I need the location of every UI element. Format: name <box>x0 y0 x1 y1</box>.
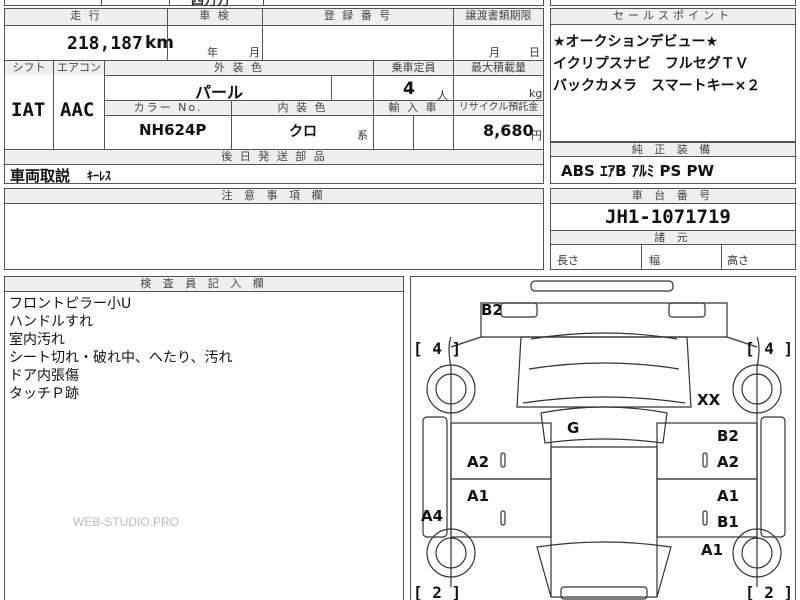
header-color-no: カラー No. <box>105 101 231 115</box>
later-parts-extra: ｷｰﾚｽ <box>87 169 112 183</box>
inspection-month: 月 <box>249 46 260 59</box>
dimensions-header: 諸 元 <box>551 230 795 245</box>
header-mileage: 走 行 <box>5 9 167 25</box>
inspector-line-3: 室内汚れ <box>9 332 65 348</box>
transfer-month: 月 <box>489 46 500 59</box>
chassis-number: JH1-1071719 <box>605 206 731 228</box>
header-later-parts: 後 日 発 送 部 品 <box>5 150 543 164</box>
inspection-year: 年 <box>207 46 218 59</box>
inspector-line-4: シート切れ・破れ中、へたり、汚れ <box>9 350 233 366</box>
header-max-load: 最大積載量 <box>454 61 543 75</box>
inspector-header: 検 査 員 記 入 欄 <box>5 277 403 292</box>
mark-a4-left-sill: A4 <box>421 507 444 525</box>
shift-value: IAT <box>11 99 46 121</box>
top-strip-right <box>550 0 796 6</box>
inspector-line-2: ハンドルすれ <box>9 314 93 330</box>
inspector-line-1: フロントピラー小U <box>9 296 132 312</box>
header-aircon: エアコン <box>54 61 104 75</box>
mark-b1-right-rear-door: B1 <box>717 513 739 531</box>
mileage-value: 218,187 <box>67 33 143 54</box>
mark-b2-right-front-door: B2 <box>717 427 739 445</box>
equipment-panel: 純 正 装 備 ABS ｴｱB ｱﾙﾐ PS PW <box>550 142 796 184</box>
dimension-width-label: 幅 <box>649 254 660 267</box>
header-exterior-color: 外 装 色 <box>105 61 373 75</box>
header-recycle: リサイクル預託金 <box>454 101 543 115</box>
header-transfer: 譲渡書類期限 <box>454 9 543 25</box>
recycle-fee-value: 8,680 <box>483 121 534 140</box>
mark-b2-front: B2 <box>481 301 503 319</box>
car-damage-diagram: [ 4 ] [ 4 ] [ 2 ] [ 2 ] B2 XX G A2 B2 A2… <box>410 276 796 600</box>
mark-a1-right-rear-door: A1 <box>717 487 740 505</box>
load-unit: kg <box>529 87 543 100</box>
capacity-value: 4 <box>403 79 415 99</box>
mark-a1-rear-right: A1 <box>701 541 724 559</box>
mark-a2-right-front-door: A2 <box>717 453 740 471</box>
inspector-panel: 検 査 員 記 入 欄 フロントピラー小U ハンドルすれ 室内汚れ シート切れ・… <box>4 276 404 600</box>
inspector-line-5: ドア内張傷 <box>9 368 79 384</box>
later-parts-value: 車両取説 <box>10 167 71 185</box>
sales-point-panel: セールスポイント ★オークションデビュー★ イクリプスナビ フルセグＴＶ バック… <box>550 8 796 142</box>
interior-color-value: クロ <box>289 124 317 140</box>
car-outline-drawing <box>422 280 786 600</box>
tire-tread-rear-right: [ 2 ] <box>745 583 794 600</box>
notes-panel: 注 意 事 項 欄 <box>4 188 544 270</box>
inspector-line-6: タッチＰ跡 <box>9 386 79 402</box>
header-import: 輸 入 車 <box>374 101 453 115</box>
mark-a2-left-front-door: A2 <box>467 453 490 471</box>
dimension-length-label: 長さ <box>557 254 579 267</box>
chassis-header: 車 台 番 号 <box>551 189 795 204</box>
equipment-value: ABS ｴｱB ｱﾙﾐ PS PW <box>561 162 715 180</box>
header-shift: シフト <box>5 61 53 75</box>
aircon-value: AAC <box>60 99 95 121</box>
header-interior-color: 内 装 色 <box>232 101 373 115</box>
equipment-header: 純 正 装 備 <box>551 143 795 157</box>
notes-header: 注 意 事 項 欄 <box>5 189 543 204</box>
mileage-unit: km <box>145 33 175 53</box>
chassis-panel: 車 台 番 号 JH1-1071719 諸 元 長さ 幅 高さ <box>550 188 796 270</box>
sales-point-line-3: バックカメラ スマートキー×２ <box>553 78 761 94</box>
dimension-height-label: 高さ <box>727 254 749 267</box>
tire-tread-front-left: [ 4 ] <box>413 339 462 358</box>
main-info-table: 走 行 車 検 登 録 番 号 譲渡書類期限 218,187 km 年 月 月 … <box>4 8 544 185</box>
header-capacity: 乗車定員 <box>374 61 453 75</box>
top-strip: 四万万 <box>4 0 544 9</box>
sales-point-line-2: イクリプスナビ フルセグＴＶ <box>553 56 749 72</box>
recycle-unit: 円 <box>531 129 542 142</box>
tire-tread-front-right: [ 4 ] <box>745 339 794 358</box>
mark-g-windshield: G <box>567 419 580 437</box>
tire-tread-rear-left: [ 2 ] <box>413 583 462 600</box>
mark-a1-left-rear-door: A1 <box>467 487 490 505</box>
watermark: WEB-STUDIO.PRO <box>73 515 180 529</box>
mark-xx: XX <box>697 391 721 409</box>
sales-point-header: セールスポイント <box>551 9 795 25</box>
sales-point-line-1: ★オークションデビュー★ <box>553 34 719 50</box>
header-inspection: 車 検 <box>168 9 262 25</box>
interior-suffix: 系 <box>357 129 368 142</box>
color-no-value: NH624P <box>139 121 207 139</box>
transfer-day: 日 <box>529 46 540 59</box>
header-registration: 登 録 番 号 <box>263 9 453 25</box>
